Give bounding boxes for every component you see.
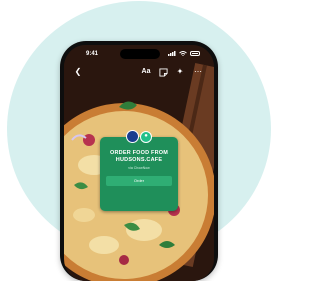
text-tool-button[interactable]: Aa xyxy=(140,66,152,78)
sticker-icon[interactable] xyxy=(157,66,169,78)
story-screen: 9:41 ❮ Aa ✦ ⋯ ● ORDER FOOD FROM HUDSONS.… xyxy=(64,45,214,281)
sticker-title: ORDER FOOD FROM HUDSONS.CAFE xyxy=(110,150,168,163)
chevron-left-icon[interactable]: ❮ xyxy=(72,66,84,78)
dynamic-island xyxy=(120,49,160,59)
link-badge-icon: ● xyxy=(140,131,152,143)
signal-icon xyxy=(168,51,176,56)
battery-icon xyxy=(190,51,200,56)
more-icon[interactable]: ⋯ xyxy=(192,66,204,78)
order-food-sticker[interactable]: ● ORDER FOOD FROM HUDSONS.CAFE via ChowN… xyxy=(100,130,178,211)
phone-frame: 9:41 ❮ Aa ✦ ⋯ ● ORDER FOOD FROM HUDSONS.… xyxy=(60,41,218,281)
order-button[interactable]: Order xyxy=(106,176,172,186)
sticker-subtitle: via ChowNow xyxy=(128,166,150,170)
wifi-icon xyxy=(179,51,187,56)
status-time: 9:41 xyxy=(86,51,99,57)
sparkles-icon[interactable]: ✦ xyxy=(174,66,186,78)
story-toolbar: ❮ Aa ✦ ⋯ xyxy=(64,66,214,80)
status-icons xyxy=(168,51,200,56)
cafe-logo-icon xyxy=(126,130,139,143)
status-bar: 9:41 xyxy=(64,45,214,63)
